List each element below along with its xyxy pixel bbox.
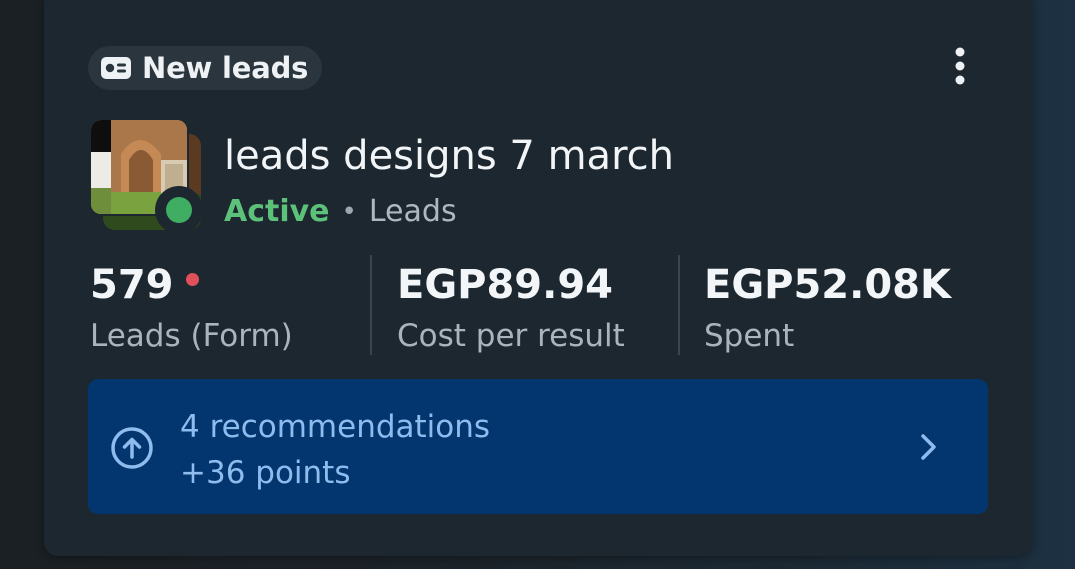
status-label: Active	[224, 194, 330, 229]
recommendations-points: +36 points	[180, 455, 351, 491]
objective-chip: New leads	[88, 46, 323, 90]
arrow-up-circle-icon	[110, 426, 154, 470]
metric-leads-value-row: 579	[90, 258, 293, 312]
chevron-right-icon	[910, 429, 946, 465]
metric-spent-value: EGP52.08K	[704, 262, 951, 308]
result-type-label: Leads	[368, 194, 457, 229]
id-card-icon	[100, 56, 132, 80]
metric-divider	[370, 255, 372, 355]
more-vertical-icon	[954, 46, 966, 90]
metric-leads[interactable]: 579 Leads (Form)	[90, 258, 293, 358]
more-options-button[interactable]	[940, 46, 980, 90]
metric-spent-label: Spent	[704, 318, 795, 354]
objective-label: New leads	[142, 51, 309, 85]
campaign-title[interactable]: leads designs 7 march	[224, 130, 674, 182]
recommendations-count: 4 recommendations	[180, 409, 491, 445]
campaign-status-line: Active • Leads	[224, 192, 457, 232]
metric-cost-per-result[interactable]: EGP89.94 Cost per result	[397, 258, 625, 358]
metric-leads-value: 579	[90, 262, 174, 308]
alert-dot	[185, 272, 199, 286]
metric-leads-label: Leads (Form)	[90, 318, 293, 354]
campaign-thumbnail[interactable]	[89, 118, 203, 234]
status-separator: •	[341, 197, 357, 227]
metric-cost-value: EGP89.94	[397, 262, 613, 308]
status-indicator	[155, 186, 203, 234]
metric-divider	[678, 255, 680, 355]
metric-cost-label: Cost per result	[397, 318, 625, 354]
recommendations-banner[interactable]: 4 recommendations +36 points	[88, 379, 988, 514]
active-status-dot	[166, 197, 192, 223]
metric-spent[interactable]: EGP52.08K Spent	[704, 258, 951, 358]
